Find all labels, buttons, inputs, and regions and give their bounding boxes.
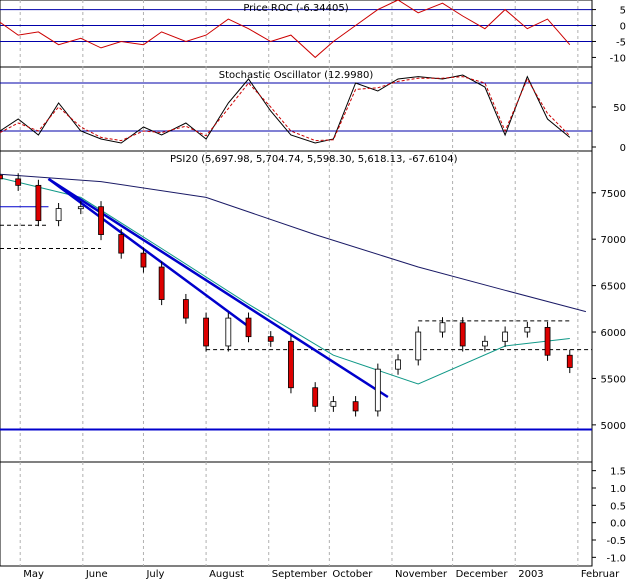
y-tick-label: 5500 <box>601 374 626 385</box>
candle-body <box>0 174 3 180</box>
y-tick-label: 6000 <box>601 328 626 339</box>
x-axis-month-label: September <box>272 569 328 579</box>
panel-frame-2 <box>0 150 593 463</box>
candle-body <box>118 234 125 254</box>
y-tick-label: -0.5 <box>606 536 626 547</box>
y-tick-label: 7500 <box>601 189 626 200</box>
y-tick-label: 7000 <box>601 235 626 246</box>
candle-body <box>459 322 466 347</box>
x-axis-month-label: 2003 <box>518 569 543 579</box>
x-axis-month-label: December <box>456 569 509 579</box>
y-tick-label: 6500 <box>601 282 626 293</box>
chart-root: 5 0 -5 -10 Price ROC (-6.34405) 50 0 Stochastic… <box>0 0 629 580</box>
candle-body <box>566 354 573 368</box>
x-axis-month-label: May <box>23 569 44 579</box>
x-axis-month-label: Februar <box>581 569 620 579</box>
candle-body <box>225 317 232 347</box>
candle-body <box>267 336 274 342</box>
panel-title: PSI20 (5,697.98, 5,704.74, 5,598.30, 5,6… <box>170 154 458 165</box>
candle-body <box>330 401 337 407</box>
y-tick-label: 0.0 <box>610 519 626 530</box>
candle-body <box>374 368 381 412</box>
y-tick-label: -5 <box>616 37 626 48</box>
panel-title: Price ROC (-6.34405) <box>243 3 348 14</box>
candle-body <box>203 317 209 347</box>
x-axis-month-label: August <box>209 569 244 579</box>
y-tick-label: -10 <box>610 53 626 64</box>
x-axis-month-label: October <box>332 569 373 579</box>
candle-body <box>35 184 42 222</box>
candle-body <box>482 340 488 347</box>
y-tick-label: 50 <box>613 103 626 114</box>
candle-body <box>245 317 252 338</box>
candle-body <box>140 252 147 268</box>
candle-body <box>98 206 104 235</box>
candle-body <box>15 178 22 186</box>
candle-body <box>288 340 294 389</box>
y-tick-label: 5000 <box>601 421 626 432</box>
y-tick-label: 1.5 <box>610 467 626 478</box>
y-tick-label: 0 <box>620 143 626 154</box>
candle-body <box>395 359 401 370</box>
candle-body <box>77 206 84 210</box>
x-axis-month-label: July <box>145 569 164 579</box>
candle-body <box>182 299 189 319</box>
candle-body <box>439 322 446 333</box>
y-tick-label: 5 <box>620 6 626 17</box>
x-axis-month-label: November <box>395 569 448 579</box>
panel-title: Stochastic Oscillator (12.9980) <box>219 70 374 81</box>
chart-svg: 50-5-10Price ROC (-6.34405)500Stochastic… <box>0 0 626 580</box>
panel-frame-3 <box>0 461 593 567</box>
candle-body <box>502 331 509 342</box>
y-tick-label: 1.0 <box>610 484 626 495</box>
y-tick-label: 0.5 <box>610 501 626 512</box>
candle-body <box>544 326 551 356</box>
y-tick-label: 0 <box>620 22 626 33</box>
candle-body <box>158 266 165 300</box>
candle-body <box>524 326 531 333</box>
x-axis-month-label: June <box>85 569 108 579</box>
y-tick-label: -1.0 <box>606 553 626 564</box>
candle-body <box>55 208 62 222</box>
candle-body <box>352 401 359 412</box>
candle-body <box>415 331 422 361</box>
candle-body <box>312 387 319 407</box>
